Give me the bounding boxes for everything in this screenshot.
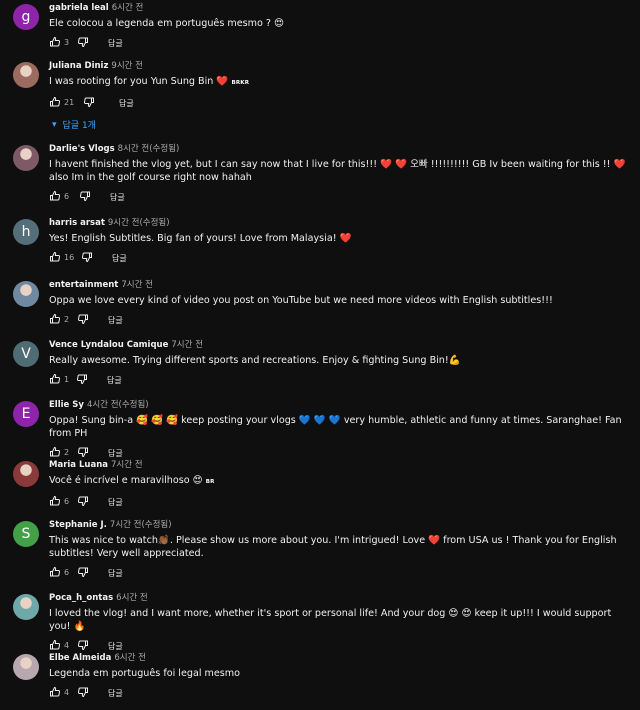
comment-text: I havent finished the vlog yet, but I ca…	[49, 159, 626, 183]
comment-text: Ele colocou a legenda em português mesmo…	[49, 18, 285, 29]
like-icon[interactable]	[49, 495, 61, 507]
reply-button[interactable]: 답글	[119, 98, 134, 109]
comment-author[interactable]: Ellie Sy	[49, 400, 84, 410]
like-count: 6	[64, 192, 70, 201]
comment-text: This was nice to watch👏🏾. Please show us…	[49, 535, 617, 559]
like-count: 1	[64, 375, 70, 384]
avatar[interactable]: E	[13, 401, 39, 427]
like-icon[interactable]	[49, 566, 61, 578]
like-count: 2	[64, 315, 70, 324]
like-count: 4	[64, 688, 70, 697]
dislike-icon[interactable]	[83, 96, 95, 108]
dislike-icon[interactable]	[77, 495, 89, 507]
reply-button[interactable]: 답글	[108, 688, 123, 699]
comment-text: Você é incrível e maravilhoso 😍 BR	[49, 475, 215, 486]
country-flag: BR	[205, 479, 215, 485]
like-icon[interactable]	[49, 251, 61, 263]
comment-text: Really awesome. Trying different sports …	[49, 355, 461, 366]
like-icon[interactable]	[49, 36, 61, 48]
comment-time[interactable]: 6시간 전	[116, 593, 148, 603]
comment-text: I loved the vlog! and I want more, wheth…	[49, 608, 612, 632]
comment-list: g gabriela leal 6시간 전 Ele colocou a legenda…	[0, 0, 640, 710]
comment-author[interactable]: Vence Lyndalou Camique	[49, 340, 168, 350]
comment-text: Legenda em português foi legal mesmo	[49, 668, 241, 679]
comment-author[interactable]: harris arsat	[49, 218, 105, 228]
dislike-icon[interactable]	[77, 36, 89, 48]
comment-author[interactable]: Stephanie J.	[49, 520, 107, 530]
like-icon[interactable]	[49, 686, 61, 698]
like-count: 16	[64, 253, 75, 262]
dislike-icon[interactable]	[79, 190, 91, 202]
dislike-icon[interactable]	[77, 566, 89, 578]
reply-button[interactable]: 답글	[112, 253, 127, 264]
comment-text: Yes! English Subtitles. Big fan of yours…	[49, 233, 352, 244]
dislike-icon[interactable]	[77, 686, 89, 698]
avatar-photo[interactable]	[13, 62, 39, 88]
avatar-photo[interactable]	[13, 654, 39, 680]
avatar-photo[interactable]	[13, 145, 39, 171]
dislike-icon[interactable]	[77, 313, 89, 325]
dislike-icon[interactable]	[76, 373, 88, 385]
comment-time[interactable]: 7시간 전	[121, 280, 153, 290]
comment-time[interactable]: 4시간 전(수정됨)	[87, 400, 149, 410]
avatar[interactable]: S	[13, 521, 39, 547]
like-icon[interactable]	[49, 96, 61, 108]
comment-text: Oppa! Sung bin-a 🥰 🥰 🥰 keep posting your…	[49, 415, 622, 439]
comment-time[interactable]: 9시간 전(수정됨)	[108, 218, 170, 228]
dislike-icon[interactable]	[81, 251, 93, 263]
like-icon[interactable]	[49, 639, 61, 651]
comment-time[interactable]: 9시간 전	[111, 61, 143, 71]
like-icon[interactable]	[49, 446, 61, 458]
comment-author[interactable]: entertainment	[49, 280, 118, 290]
reply-button[interactable]: 답글	[108, 568, 123, 579]
comment-author[interactable]: Juliana Diniz	[49, 61, 108, 71]
reply-button[interactable]: 답글	[108, 38, 123, 49]
dislike-icon[interactable]	[77, 446, 89, 458]
comment-time[interactable]: 6시간 전	[112, 3, 144, 13]
comment-time[interactable]: 7시간 전	[111, 460, 143, 470]
like-icon[interactable]	[49, 190, 61, 202]
comment-author[interactable]: Darlie's Vlogs	[49, 144, 115, 154]
comment-text: Oppa we love every kind of video you pos…	[49, 295, 553, 306]
reply-button[interactable]: 답글	[108, 641, 123, 652]
avatar[interactable]: V	[13, 341, 39, 367]
comment-author[interactable]: Elbe Almeida	[49, 653, 111, 663]
like-count: 6	[64, 568, 70, 577]
view-replies-button[interactable]: ▾ 답글 1개	[52, 118, 96, 132]
avatar-photo[interactable]	[13, 594, 39, 620]
like-count: 21	[64, 98, 75, 107]
like-icon[interactable]	[49, 313, 61, 325]
avatar-photo[interactable]	[13, 281, 39, 307]
like-count: 6	[64, 497, 70, 506]
reply-button[interactable]: 답글	[108, 315, 123, 326]
dislike-icon[interactable]	[77, 639, 89, 651]
chevron-down-icon: ▾	[52, 119, 57, 130]
comment-time[interactable]: 8시간 전(수정됨)	[118, 144, 180, 154]
reply-button[interactable]: 답글	[107, 375, 122, 386]
comment-text: I was rooting for you Yun Sung Bin ❤️ BR…	[49, 76, 250, 87]
reply-button[interactable]: 답글	[108, 448, 123, 459]
like-count: 4	[64, 641, 70, 650]
comment-time[interactable]: 7시간 전(수정됨)	[110, 520, 172, 530]
reply-button[interactable]: 답글	[108, 497, 123, 508]
country-flag: BRKR	[231, 80, 250, 86]
comment-time[interactable]: 6시간 전	[114, 653, 146, 663]
avatar-photo[interactable]	[13, 461, 39, 487]
avatar[interactable]: g	[13, 4, 39, 30]
like-count: 2	[64, 448, 70, 457]
comment-author[interactable]: Poca_h_ontas	[49, 593, 113, 603]
like-icon[interactable]	[49, 373, 61, 385]
like-count: 3	[64, 38, 70, 47]
avatar[interactable]: h	[13, 219, 39, 245]
comment-author[interactable]: Maria Luana	[49, 460, 108, 470]
comment-author[interactable]: gabriela leal	[49, 3, 109, 13]
comment-time[interactable]: 7시간 전	[171, 340, 203, 350]
reply-button[interactable]: 답글	[110, 192, 125, 203]
